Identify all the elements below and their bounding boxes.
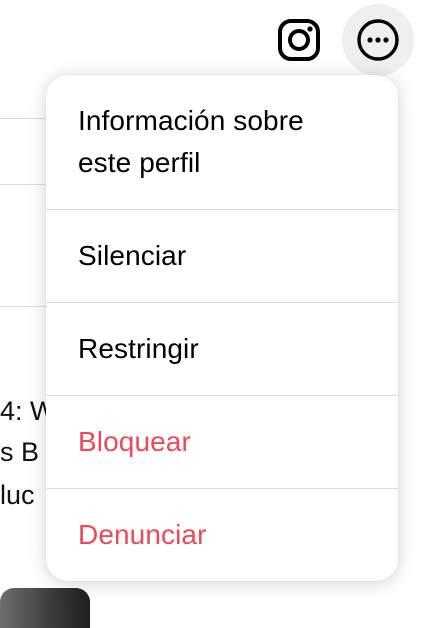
menu-item-label: Información sobre este perfil (78, 105, 304, 178)
menu-item-label: Denunciar (78, 519, 207, 550)
profile-options-menu: Información sobre este perfil Silenciar … (46, 75, 398, 581)
instagram-button[interactable] (272, 13, 326, 67)
instagram-icon (278, 19, 320, 61)
more-options-button[interactable] (342, 4, 414, 76)
menu-item-about-profile[interactable]: Información sobre este perfil (46, 75, 398, 209)
menu-item-label: Restringir (78, 333, 199, 364)
menu-item-label: Bloquear (78, 426, 191, 457)
menu-item-label: Silenciar (78, 240, 187, 271)
background-text-line: s B (0, 437, 40, 467)
background-thumbnail (0, 588, 90, 628)
menu-item-mute[interactable]: Silenciar (46, 210, 398, 302)
background-text-line: luc (0, 480, 35, 510)
menu-item-report[interactable]: Denunciar (46, 489, 398, 581)
more-horizontal-icon (357, 19, 399, 61)
menu-item-block[interactable]: Bloquear (46, 396, 398, 488)
menu-item-restrict[interactable]: Restringir (46, 303, 398, 395)
